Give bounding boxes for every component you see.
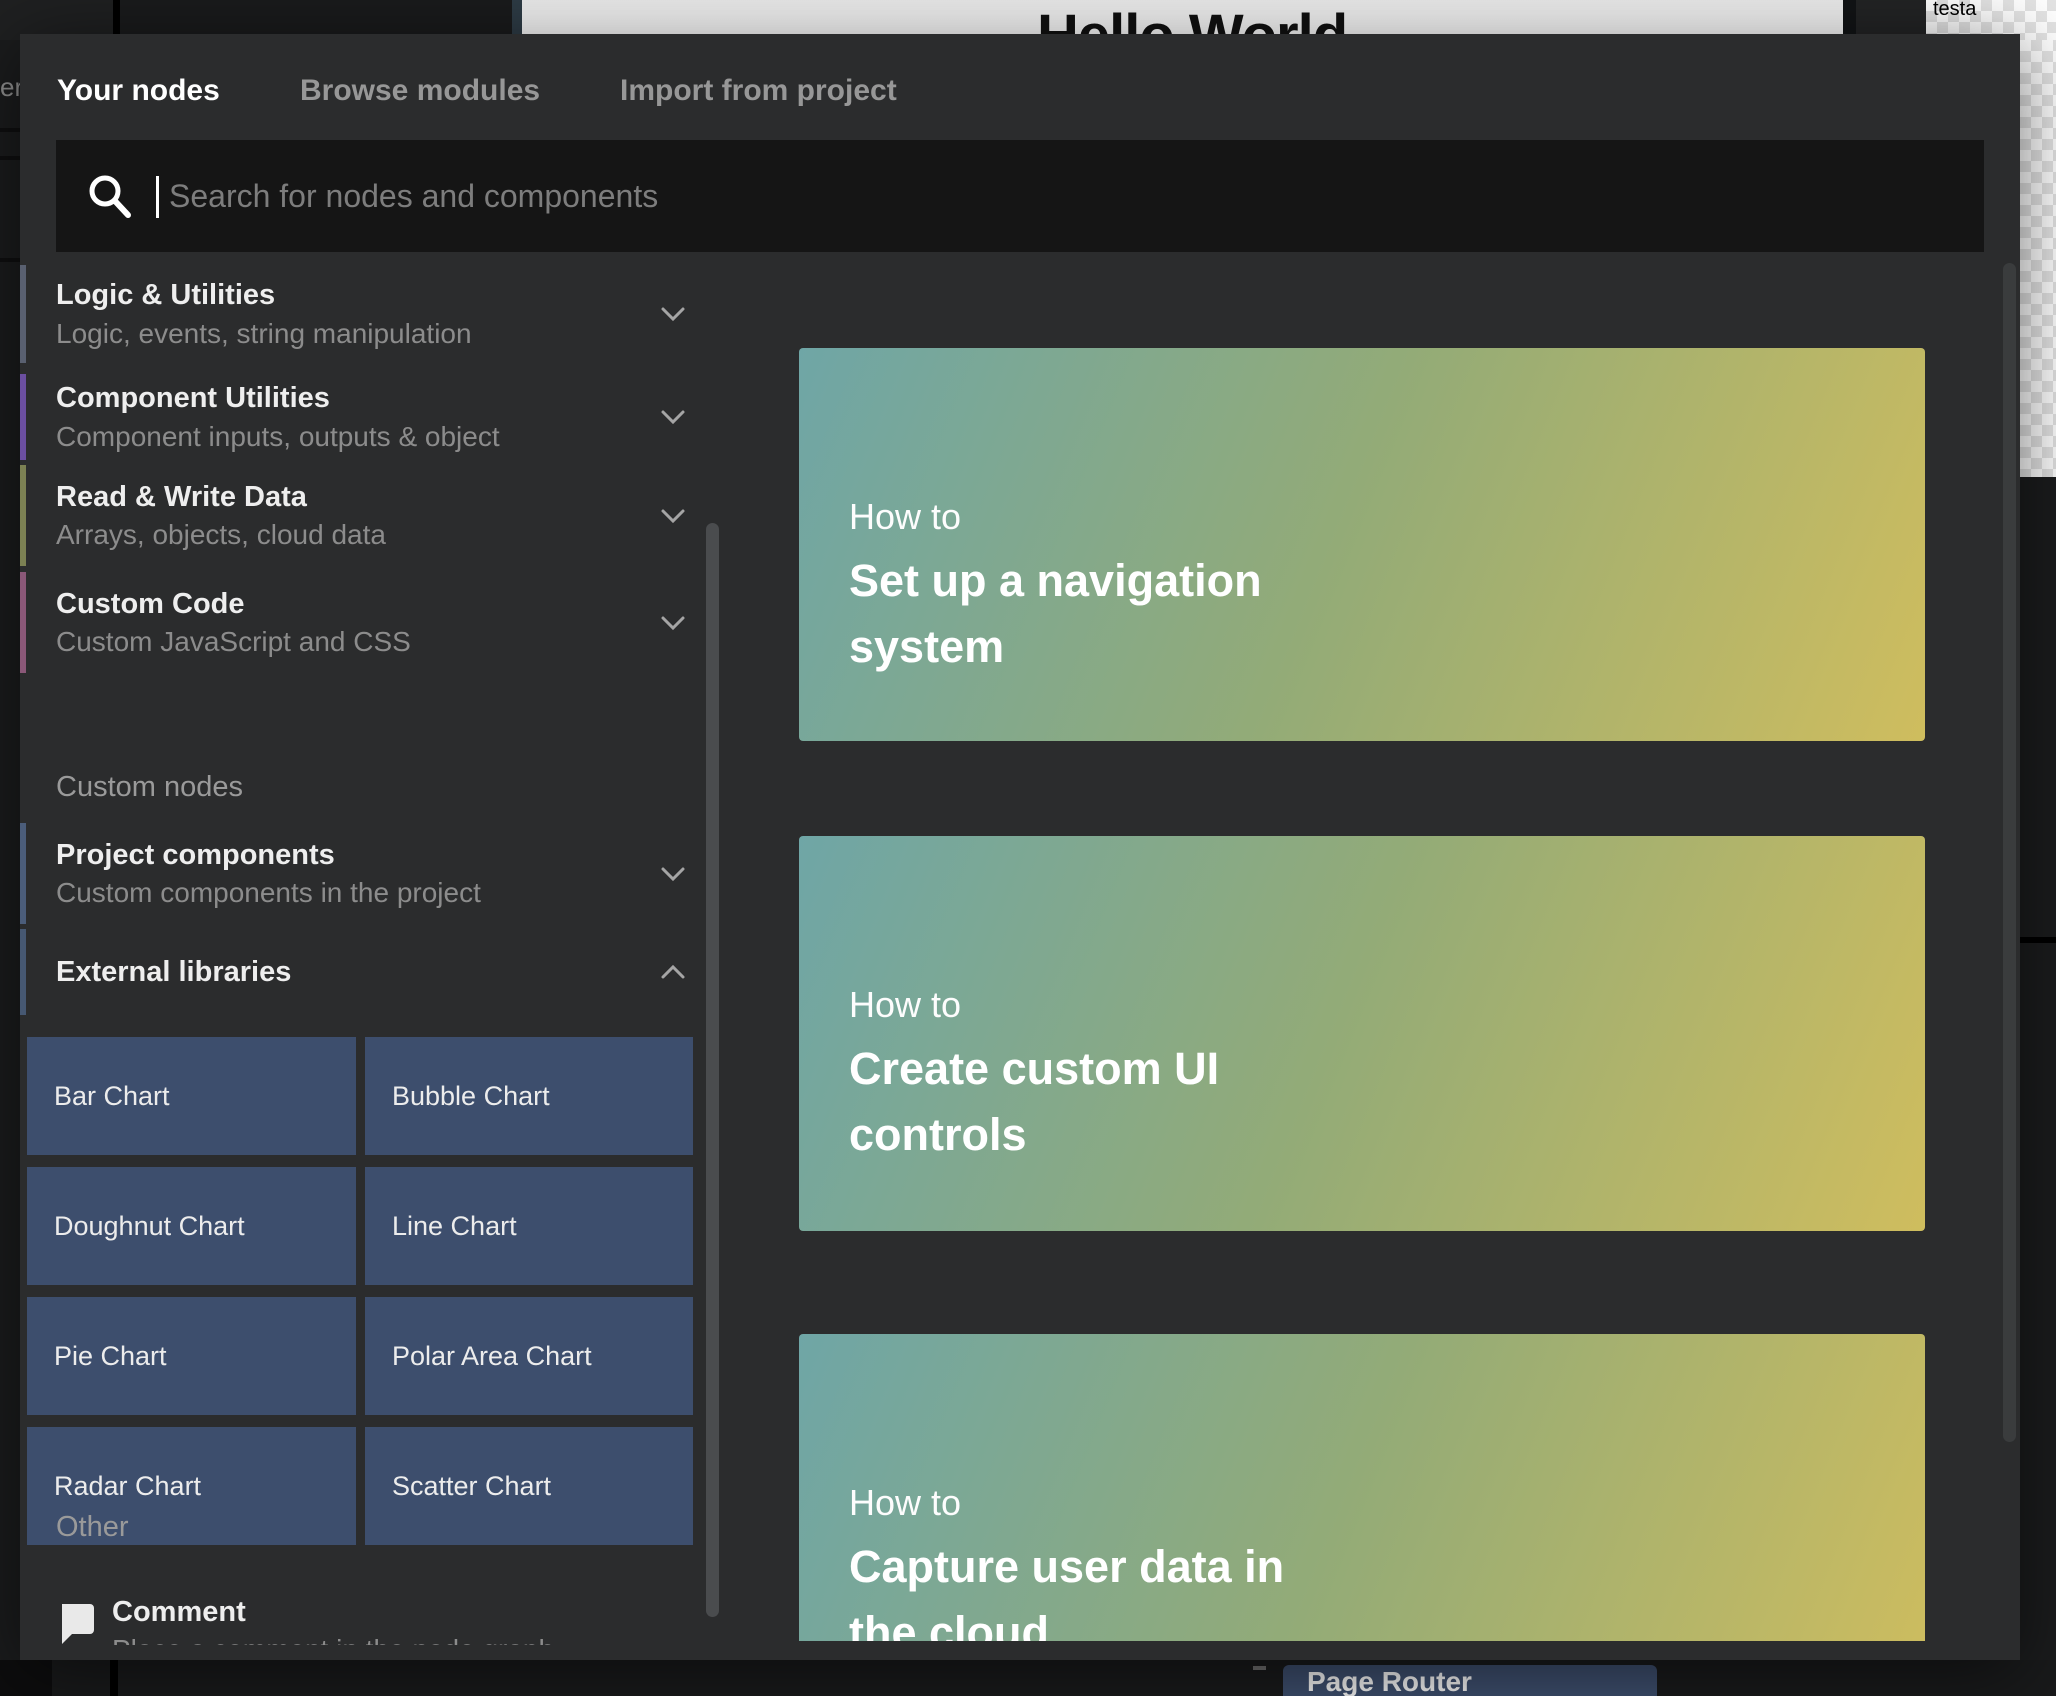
library-node-pie-chart[interactable]: Pie Chart [27,1297,356,1415]
node-connection-stub [1253,1666,1266,1670]
panel-divider [2020,937,2056,943]
category-external-libraries[interactable]: External libraries [20,929,720,1015]
category-title: Component Utilities [56,383,720,413]
background-left-sliver: er [0,40,20,1696]
background-right-sliver [2020,40,2056,1696]
row-divider [0,128,20,132]
background-bottom-strip: Page Router [0,1660,2056,1696]
list-scrollbar[interactable] [706,523,719,1617]
category-subtitle: Logic, events, string manipulation [56,319,720,348]
chevron-down-icon [660,409,686,425]
howto-card-custom-ui[interactable]: How to Create custom UI controls [799,836,1925,1231]
comment-title: Comment [112,1596,246,1629]
category-title: Logic & Utilities [56,280,720,310]
section-header-custom-nodes: Custom nodes [56,771,243,804]
chevron-down-icon [660,866,686,882]
row-divider [0,258,20,262]
chevron-up-icon [660,964,686,980]
category-subtitle: Arrays, objects, cloud data [56,520,720,549]
library-node-polar-area-chart[interactable]: Polar Area Chart [365,1297,693,1415]
row-divider [0,156,20,160]
howto-card-navigation[interactable]: How to Set up a navigation system [799,348,1925,741]
background-panel-fragment [0,1660,52,1696]
category-custom-code[interactable]: Custom Code Custom JavaScript and CSS [20,572,720,673]
card-title: Capture user data in the cloud [849,1534,1329,1641]
transparency-checker [2020,40,2056,477]
app-window: Hello World testa er Page Router Your no… [0,0,2056,1696]
card-title: Create custom UI controls [849,1036,1329,1168]
node-picker-dialog: Your nodes Browse modules Import from pr… [20,34,2020,1660]
category-project-components[interactable]: Project components Custom components in … [20,823,720,924]
library-node-bar-chart[interactable]: Bar Chart [27,1037,356,1155]
card-eyebrow: How to [849,984,961,1026]
category-logic-utilities[interactable]: Logic & Utilities Logic, events, string … [20,265,720,363]
howto-cards-area: How to Set up a navigation system How to… [799,300,1945,1641]
page-router-node-label: Page Router [1307,1666,1472,1696]
library-node-scatter-chart[interactable]: Scatter Chart [365,1427,693,1545]
card-title: Set up a navigation system [849,548,1329,680]
clipped-label-fragment: er [0,72,20,103]
category-component-utilities[interactable]: Component Utilities Component inputs, ou… [20,374,720,460]
panel-divider [110,1660,118,1696]
card-eyebrow: How to [849,1482,961,1524]
comment-node-item[interactable]: Comment Place a comment in the node grap… [56,1596,676,1645]
library-node-doughnut-chart[interactable]: Doughnut Chart [27,1167,356,1285]
category-read-write-data[interactable]: Read & Write Data Arrays, objects, cloud… [20,465,720,566]
comment-bubble-icon [56,1602,96,1645]
section-header-other: Other [56,1511,129,1544]
canvas-label: testa [1933,0,1976,21]
cards-scrollbar[interactable] [2003,263,2016,1442]
chevron-down-icon [660,306,686,322]
category-title: Read & Write Data [56,482,720,512]
page-router-node[interactable]: Page Router [1283,1665,1657,1696]
card-eyebrow: How to [849,496,961,538]
chevron-down-icon [660,508,686,524]
category-title: External libraries [56,957,720,987]
category-title: Project components [56,840,720,870]
category-subtitle: Component inputs, outputs & object [56,422,720,451]
library-node-line-chart[interactable]: Line Chart [365,1167,693,1285]
chevron-down-icon [660,615,686,631]
node-category-list: Logic & Utilities Logic, events, string … [20,34,760,1645]
howto-card-capture-data[interactable]: How to Capture user data in the cloud [799,1334,1925,1641]
library-node-bubble-chart[interactable]: Bubble Chart [365,1037,693,1155]
comment-subtitle: Place a comment in the node graph [112,1634,554,1645]
category-subtitle: Custom components in the project [56,878,720,907]
category-title: Custom Code [56,589,720,619]
category-subtitle: Custom JavaScript and CSS [56,627,720,656]
